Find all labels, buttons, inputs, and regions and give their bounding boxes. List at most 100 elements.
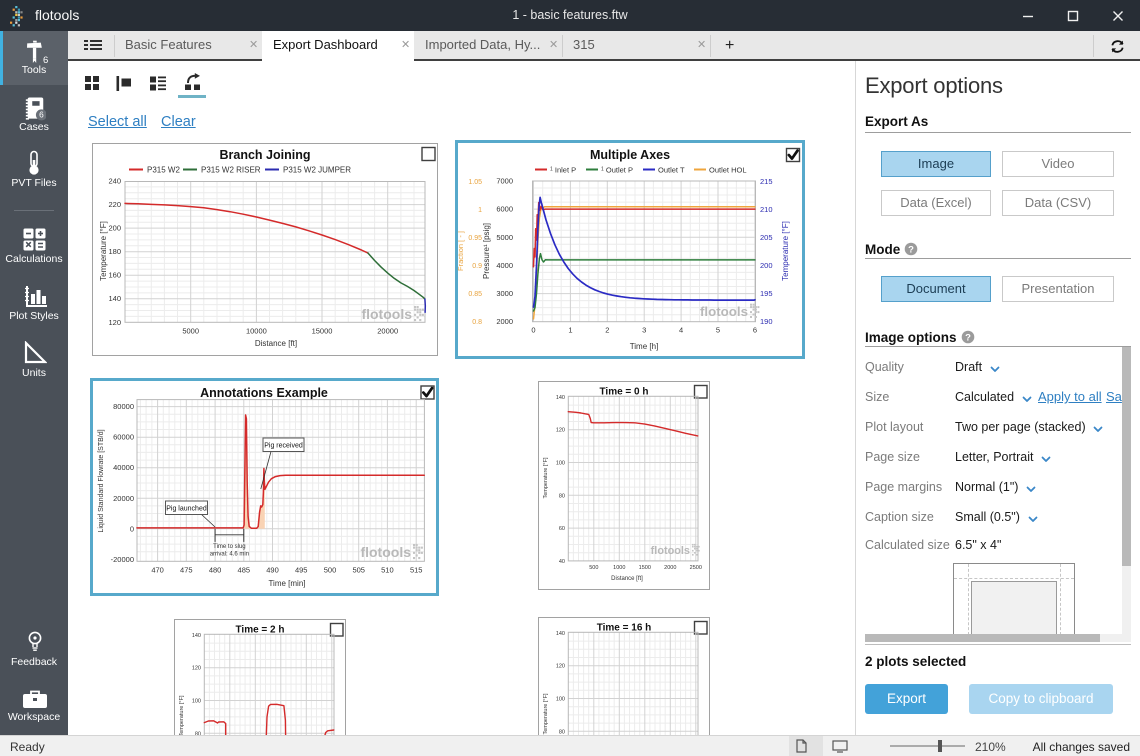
svg-text:Pig received: Pig received <box>264 443 303 450</box>
svg-text:Time to slug: Time to slug <box>213 544 245 550</box>
svg-text:200: 200 <box>108 224 121 233</box>
svg-text:0: 0 <box>130 524 134 533</box>
svg-text:1.05: 1.05 <box>468 179 482 186</box>
svg-text:180: 180 <box>108 247 121 256</box>
svg-text:200: 200 <box>760 261 773 270</box>
svg-text:1: 1 <box>478 207 482 214</box>
svg-text:0.9: 0.9 <box>472 263 482 270</box>
svg-text:500: 500 <box>324 565 337 574</box>
svg-text:6: 6 <box>753 326 757 335</box>
svg-text:100: 100 <box>192 699 201 705</box>
svg-text:140: 140 <box>556 395 565 401</box>
svg-text:210: 210 <box>760 205 773 214</box>
svg-text:80: 80 <box>559 493 565 499</box>
svg-text:515: 515 <box>410 565 423 574</box>
svg-text:120: 120 <box>556 428 565 434</box>
svg-text:Pig launched: Pig launched <box>166 506 207 513</box>
svg-text:490: 490 <box>266 565 279 574</box>
svg-text:Multiple Axes: Multiple Axes <box>590 148 670 162</box>
svg-text:140: 140 <box>556 631 565 637</box>
svg-text:Temperature [°F]: Temperature [°F] <box>179 695 185 735</box>
svg-text:Time [min]: Time [min] <box>268 579 305 588</box>
svg-text:Temperature [°F]: Temperature [°F] <box>543 457 549 498</box>
svg-text:flotools: flotools <box>700 304 748 319</box>
svg-text:4000: 4000 <box>496 261 513 270</box>
svg-text:P315 W2 JUMPER: P315 W2 JUMPER <box>283 166 351 175</box>
svg-text:-20000: -20000 <box>111 555 134 564</box>
svg-text:10000: 10000 <box>246 326 267 335</box>
svg-text:0.95: 0.95 <box>468 235 482 242</box>
svg-text:6: 6 <box>39 111 44 120</box>
svg-text:120: 120 <box>108 318 121 327</box>
svg-text:140: 140 <box>108 294 121 303</box>
svg-text:flotools: flotools <box>651 545 690 557</box>
svg-text:240: 240 <box>108 177 121 186</box>
svg-text:Liquid Standard Flowrate [STB/: Liquid Standard Flowrate [STB/d] <box>98 429 105 532</box>
svg-text:2000: 2000 <box>664 565 676 571</box>
svg-text:Temperature [°F]: Temperature [°F] <box>543 693 549 734</box>
svg-text:5000: 5000 <box>496 233 513 242</box>
svg-text:500: 500 <box>589 565 598 571</box>
svg-text:120: 120 <box>192 666 201 672</box>
svg-text:3: 3 <box>642 326 646 335</box>
svg-text:20000: 20000 <box>113 494 134 503</box>
svg-text:7000: 7000 <box>496 177 513 186</box>
svg-text:80000: 80000 <box>113 402 134 411</box>
svg-text:P315 W2 RISER: P315 W2 RISER <box>201 166 261 175</box>
svg-text:?: ? <box>965 332 971 343</box>
svg-text:2500: 2500 <box>690 565 702 571</box>
svg-text:505: 505 <box>352 565 365 574</box>
svg-text:495: 495 <box>295 565 308 574</box>
svg-text:1000: 1000 <box>613 565 625 571</box>
svg-text:0.85: 0.85 <box>468 291 482 298</box>
svg-text:flotools: flotools <box>360 544 411 560</box>
svg-text:flotools: flotools <box>361 306 412 322</box>
svg-text:Branch Joining: Branch Joining <box>220 148 311 162</box>
svg-text:1 Inlet P: 1 Inlet P <box>550 166 576 175</box>
svg-text:5: 5 <box>716 326 720 335</box>
svg-text:205: 205 <box>760 233 773 242</box>
svg-text:4: 4 <box>679 326 683 335</box>
svg-text:190: 190 <box>760 317 773 326</box>
svg-text:Annotations Example: Annotations Example <box>200 386 328 400</box>
svg-text:P315 W2: P315 W2 <box>147 166 180 175</box>
svg-text:100: 100 <box>556 461 565 467</box>
svg-text:120: 120 <box>556 664 565 670</box>
svg-text:Temperature [°F]: Temperature [°F] <box>781 221 790 281</box>
svg-text:60000: 60000 <box>113 433 134 442</box>
svg-text:220: 220 <box>108 200 121 209</box>
svg-text:Distance [ft]: Distance [ft] <box>611 576 643 582</box>
svg-text:485: 485 <box>238 565 251 574</box>
svg-text:Fraction [ - ]: Fraction [ - ] <box>458 231 465 271</box>
svg-text:Outlet HOL: Outlet HOL <box>709 166 747 175</box>
svg-text:20000: 20000 <box>377 326 398 335</box>
svg-text:510: 510 <box>381 565 394 574</box>
svg-text:470: 470 <box>151 565 164 574</box>
svg-text:6000: 6000 <box>496 205 513 214</box>
svg-text:1 Outlet P: 1 Outlet P <box>601 166 633 175</box>
svg-text:Time [h]: Time [h] <box>630 342 659 351</box>
svg-text:160: 160 <box>108 271 121 280</box>
svg-text:475: 475 <box>180 565 193 574</box>
svg-text:0.8: 0.8 <box>472 319 482 326</box>
svg-text:1: 1 <box>568 326 572 335</box>
svg-text:195: 195 <box>760 289 773 298</box>
svg-text:1500: 1500 <box>639 565 651 571</box>
svg-text:2: 2 <box>605 326 609 335</box>
svg-text:480: 480 <box>209 565 222 574</box>
svg-text:3000: 3000 <box>496 289 513 298</box>
svg-text:Temperature [°F]: Temperature [°F] <box>99 221 108 281</box>
svg-text:0: 0 <box>531 326 535 335</box>
svg-text:140: 140 <box>192 633 201 639</box>
svg-text:5000: 5000 <box>182 326 199 335</box>
svg-text:15000: 15000 <box>312 326 333 335</box>
svg-text:100: 100 <box>556 697 565 703</box>
svg-text:215: 215 <box>760 177 773 186</box>
svg-text:?: ? <box>908 244 914 255</box>
svg-text:Distance [ft]: Distance [ft] <box>255 339 297 348</box>
svg-text:40: 40 <box>559 559 565 565</box>
svg-text:60: 60 <box>559 526 565 532</box>
svg-text:40000: 40000 <box>113 463 134 472</box>
svg-text:arrival: 4.6 min: arrival: 4.6 min <box>210 552 249 558</box>
svg-text:2000: 2000 <box>496 317 513 326</box>
